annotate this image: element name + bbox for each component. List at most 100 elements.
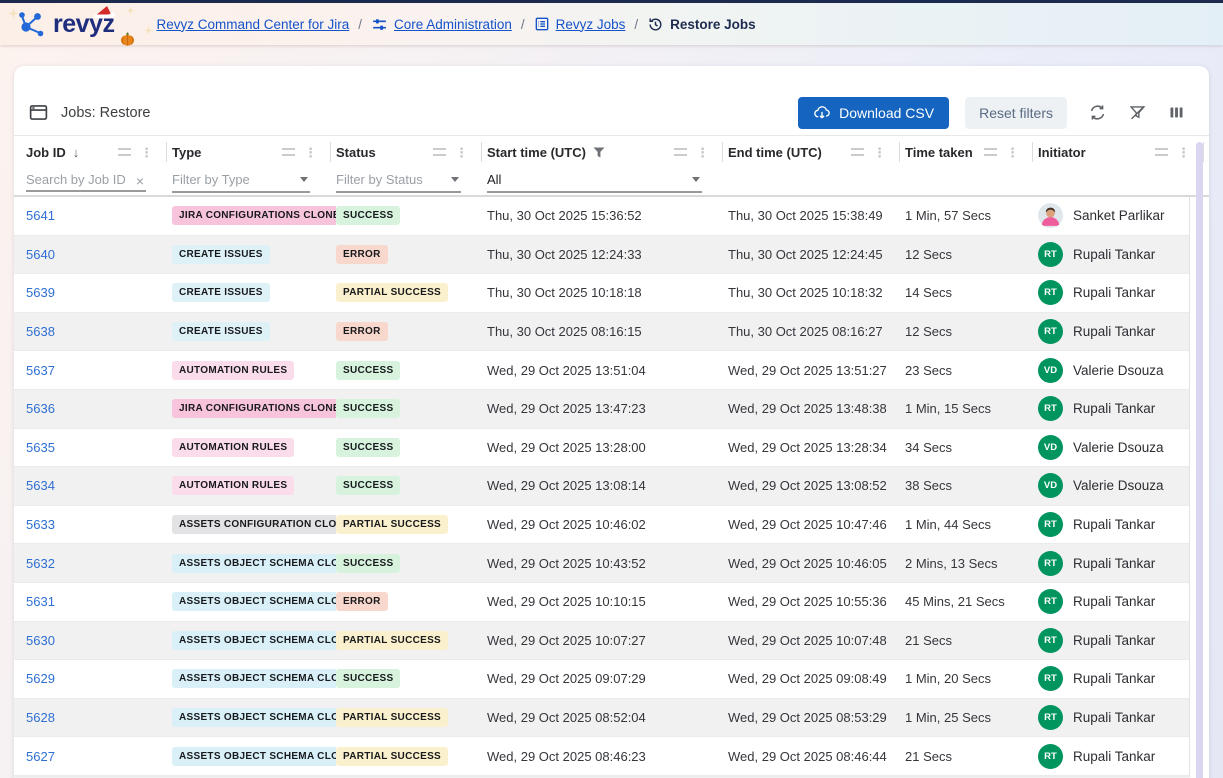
table-row[interactable]: 5629 ASSETS OBJECT SCHEMA CLONE SUCCESS … — [14, 660, 1189, 699]
reset-filters-button[interactable]: Reset filters — [965, 97, 1067, 129]
table-row[interactable]: 5636 JIRA CONFIGURATIONS CLONE SUCCESS W… — [14, 390, 1189, 429]
job-id-link[interactable]: 5633 — [26, 517, 55, 532]
end-time-cell: Wed, 29 Oct 2025 08:53:29 — [728, 710, 905, 725]
start-time-cell: Wed, 29 Oct 2025 10:10:15 — [487, 594, 728, 609]
job-type-chip: AUTOMATION RULES — [172, 361, 294, 380]
column-menu-icon[interactable]: ⋮ — [1177, 146, 1190, 159]
breadcrumb-revyz-jobs[interactable]: Revyz Jobs — [534, 16, 626, 32]
table-row[interactable]: 5639 CREATE ISSUES PARTIAL SUCCESS Thu, … — [14, 274, 1189, 313]
column-drag-handle[interactable] — [433, 148, 446, 156]
job-type-chip: CREATE ISSUES — [172, 322, 270, 341]
initiator-cell: RT Rupali Tankar — [1038, 396, 1189, 421]
job-id-link[interactable]: 5631 — [26, 594, 55, 609]
initiator-name: Rupali Tankar — [1073, 401, 1155, 416]
status-badge: SUCCESS — [336, 476, 400, 495]
job-id-search-input[interactable] — [26, 169, 146, 192]
end-time-cell: Wed, 29 Oct 2025 13:08:52 — [728, 478, 905, 493]
initials-avatar: RT — [1038, 396, 1063, 421]
column-menu-icon[interactable]: ⋮ — [1006, 146, 1019, 159]
start-time-cell: Thu, 30 Oct 2025 15:36:52 — [487, 208, 728, 223]
column-menu-icon[interactable]: ⋮ — [140, 146, 153, 159]
column-menu-icon[interactable]: ⋮ — [696, 146, 709, 159]
revyz-logo[interactable]: revyz — [16, 8, 114, 40]
columns-button[interactable] — [1168, 104, 1185, 121]
column-drag-handle[interactable] — [118, 148, 131, 156]
table-row[interactable]: 5638 CREATE ISSUES ERROR Thu, 30 Oct 202… — [14, 313, 1189, 352]
table-row[interactable]: 5627 ASSETS OBJECT SCHEMA CLONE PARTIAL … — [14, 737, 1189, 776]
column-header-job-id[interactable]: Job ID ↓ ⋮ — [26, 142, 172, 162]
job-id-link[interactable]: 5634 — [26, 478, 55, 493]
column-drag-handle[interactable] — [1155, 148, 1168, 156]
refresh-button[interactable] — [1088, 103, 1107, 122]
table-row[interactable]: 5640 CREATE ISSUES ERROR Thu, 30 Oct 202… — [14, 236, 1189, 275]
job-type-chip: JIRA CONFIGURATIONS CLONE — [172, 399, 336, 418]
initials-avatar: RT — [1038, 280, 1063, 305]
column-header-type[interactable]: Type ⋮ — [172, 142, 336, 162]
table-row[interactable]: 5635 AUTOMATION RULES SUCCESS Wed, 29 Oc… — [14, 429, 1189, 468]
column-drag-handle[interactable] — [282, 148, 295, 156]
end-time-cell: Thu, 30 Oct 2025 08:16:27 — [728, 324, 905, 339]
time-taken-cell: 2 Mins, 13 Secs — [905, 556, 1038, 571]
job-id-link[interactable]: 5628 — [26, 710, 55, 725]
start-time-cell: Wed, 29 Oct 2025 13:51:04 — [487, 363, 728, 378]
top-header-bar: revyz Revyz Command Center for Jira / Co… — [0, 0, 1223, 45]
sort-desc-icon[interactable]: ↓ — [73, 145, 80, 160]
download-csv-button[interactable]: Download CSV — [798, 97, 949, 129]
job-id-link[interactable]: 5629 — [26, 671, 55, 686]
table-row[interactable]: 5641 JIRA CONFIGURATIONS CLONE SUCCESS T… — [14, 197, 1189, 236]
initiator-cell: RT Rupali Tankar — [1038, 242, 1189, 267]
table-row[interactable]: 5637 AUTOMATION RULES SUCCESS Wed, 29 Oc… — [14, 351, 1189, 390]
avatar: RT — [1038, 744, 1063, 769]
column-header-end-time[interactable]: End time (UTC) ⋮ — [728, 142, 905, 162]
initiator-name: Valerie Dsouza — [1073, 440, 1164, 455]
time-taken-cell: 12 Secs — [905, 247, 1038, 262]
time-taken-cell: 38 Secs — [905, 478, 1038, 493]
column-menu-icon[interactable]: ⋮ — [455, 146, 468, 159]
column-drag-handle[interactable] — [984, 148, 997, 156]
table-row[interactable]: 5632 ASSETS OBJECT SCHEMA CLONE SUCCESS … — [14, 544, 1189, 583]
table-body: 5641 JIRA CONFIGURATIONS CLONE SUCCESS T… — [14, 197, 1190, 776]
column-menu-icon[interactable]: ⋮ — [304, 146, 317, 159]
breadcrumb-core-administration[interactable]: Core Administration — [371, 16, 512, 33]
clear-filters-button[interactable] — [1128, 103, 1147, 122]
initiator-cell: RT Rupali Tankar — [1038, 512, 1189, 537]
column-header-start-time[interactable]: Start time (UTC) ⋮ — [487, 142, 728, 162]
job-id-link[interactable]: 5636 — [26, 401, 55, 416]
column-header-status[interactable]: Status ⋮ — [336, 142, 487, 162]
job-id-link[interactable]: 5632 — [26, 556, 55, 571]
breadcrumb: Revyz Command Center for Jira / Core Adm… — [156, 16, 755, 33]
job-id-link[interactable]: 5630 — [26, 633, 55, 648]
table-row[interactable]: 5630 ASSETS OBJECT SCHEMA CLONE PARTIAL … — [14, 622, 1189, 661]
end-time-cell: Wed, 29 Oct 2025 08:46:44 — [728, 749, 905, 764]
table-row[interactable]: 5633 ASSETS CONFIGURATION CLONE PARTIAL … — [14, 506, 1189, 545]
toolbar-actions: Download CSV Reset filters — [798, 97, 1185, 129]
initiator-name: Sanket Parlikar — [1073, 208, 1165, 223]
table-row[interactable]: 5628 ASSETS OBJECT SCHEMA CLONE PARTIAL … — [14, 699, 1189, 738]
status-filter-select[interactable]: Filter by Status — [336, 169, 461, 193]
column-drag-handle[interactable] — [851, 148, 864, 156]
initiator-cell: RT Rupali Tankar — [1038, 744, 1189, 769]
job-id-link[interactable]: 5638 — [26, 324, 55, 339]
clear-search-icon[interactable]: × — [136, 173, 144, 189]
table-row[interactable]: 5634 AUTOMATION RULES SUCCESS Wed, 29 Oc… — [14, 467, 1189, 506]
sliders-icon — [371, 16, 388, 33]
job-id-link[interactable]: 5639 — [26, 285, 55, 300]
vertical-scrollbar[interactable] — [1196, 142, 1203, 778]
column-header-initiator[interactable]: Initiator ⋮ — [1038, 142, 1209, 162]
job-id-link[interactable]: 5637 — [26, 363, 55, 378]
status-badge: PARTIAL SUCCESS — [336, 631, 448, 650]
job-id-link[interactable]: 5641 — [26, 208, 55, 223]
breadcrumb-command-center[interactable]: Revyz Command Center for Jira — [156, 17, 349, 32]
job-id-link[interactable]: 5635 — [26, 440, 55, 455]
card-toolbar: Jobs: Restore Download CSV Reset filters — [14, 66, 1209, 136]
type-filter-select[interactable]: Filter by Type — [172, 169, 310, 193]
job-id-link[interactable]: 5627 — [26, 749, 55, 764]
job-id-link[interactable]: 5640 — [26, 247, 55, 262]
start-time-filter-select[interactable]: All — [487, 169, 702, 193]
initials-avatar: VD — [1038, 473, 1063, 498]
column-header-time-taken[interactable]: Time taken ⋮ — [905, 142, 1038, 162]
table-row[interactable]: 5631 ASSETS OBJECT SCHEMA CLONE ERROR We… — [14, 583, 1189, 622]
column-drag-handle[interactable] — [674, 148, 687, 156]
column-menu-icon[interactable]: ⋮ — [873, 146, 886, 159]
initials-avatar: RT — [1038, 744, 1063, 769]
